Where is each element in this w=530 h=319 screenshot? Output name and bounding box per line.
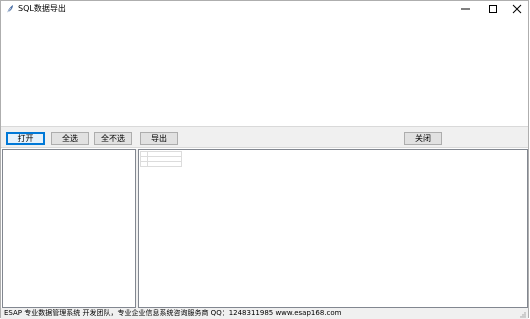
select-none-button[interactable]: 全不选 — [94, 132, 132, 145]
close-button[interactable]: 关闭 — [404, 132, 442, 145]
app-feather-icon — [6, 5, 13, 14]
maximize-icon — [489, 5, 497, 13]
data-grid-pane[interactable] — [138, 149, 528, 308]
select-all-button[interactable]: 全选 — [51, 132, 89, 145]
top-blank-area — [1, 18, 528, 126]
window-title: SQL数据导出 — [18, 4, 66, 13]
minimize-button[interactable] — [453, 1, 479, 17]
title-bar[interactable]: SQL数据导出 — [1, 1, 528, 18]
app-window: SQL数据导出 打开 全选 全不选 导出 关闭 ESAP 专业数据管理系统 开发… — [0, 0, 529, 319]
open-button[interactable]: 打开 — [6, 132, 45, 145]
status-bar: ESAP 专业数据管理系统 开发团队，专业企业信息系统咨询服务商 QQ：1248… — [1, 308, 528, 319]
data-grid[interactable] — [140, 151, 182, 167]
grid-row — [140, 161, 182, 167]
close-icon — [512, 4, 522, 14]
grid-cell[interactable] — [147, 161, 182, 167]
grid-row-header[interactable] — [140, 161, 148, 167]
toolbar: 打开 全选 全不选 导出 关闭 — [1, 126, 528, 148]
maximize-button[interactable] — [480, 1, 506, 17]
table-list-pane[interactable] — [2, 149, 136, 308]
minimize-icon — [461, 8, 470, 10]
close-window-button[interactable] — [504, 1, 530, 17]
status-text: ESAP 专业数据管理系统 开发团队，专业企业信息系统咨询服务商 QQ：1248… — [4, 309, 342, 317]
export-button[interactable]: 导出 — [140, 132, 178, 145]
resize-grip-icon[interactable] — [518, 310, 526, 318]
